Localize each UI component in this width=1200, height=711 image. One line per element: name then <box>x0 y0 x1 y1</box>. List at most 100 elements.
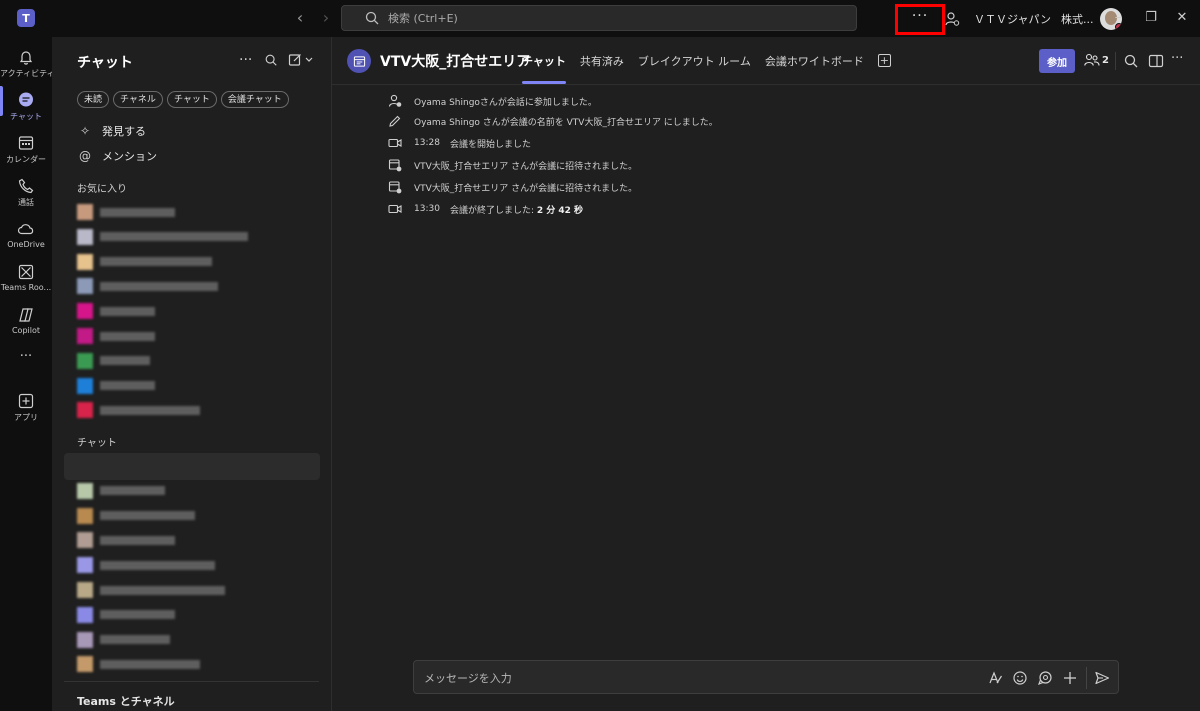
org-name[interactable]: ＶＴＶジャパン <box>974 11 1051 27</box>
filter-unread[interactable]: 未読 <box>77 91 110 108</box>
list-item[interactable] <box>77 352 150 370</box>
list-item[interactable] <box>77 302 155 320</box>
bell-icon <box>19 51 33 65</box>
mentions-item[interactable]: @ メンション <box>77 146 157 166</box>
format-icon[interactable] <box>987 670 1003 686</box>
event-item: Oyama Shingoさんが会話に参加しました。 <box>388 93 597 109</box>
search-box[interactable] <box>341 5 857 31</box>
contact-name-redacted <box>100 405 200 415</box>
join-button[interactable]: 参加 <box>1039 49 1075 73</box>
back-arrow-icon[interactable]: ‹ <box>292 9 308 27</box>
send-icon[interactable] <box>1094 670 1110 686</box>
discover-item[interactable]: ✧ 発見する <box>77 121 146 141</box>
list-item[interactable] <box>77 581 225 599</box>
list-item[interactable] <box>77 507 195 525</box>
rail-item-calls[interactable]: 通話 <box>0 172 52 216</box>
contact-avatar <box>77 402 93 419</box>
emoji-icon[interactable] <box>1012 670 1028 686</box>
rail-item-calendar[interactable]: カレンダー <box>0 129 52 173</box>
contact-name-redacted <box>100 306 155 316</box>
contact-avatar <box>77 328 93 344</box>
rail-item-activity[interactable]: アクティビティ <box>0 43 52 87</box>
tab-shared[interactable]: 共有済み <box>580 53 624 83</box>
org-short-name[interactable]: 株式... <box>1061 11 1094 27</box>
contact-name-redacted <box>100 207 175 217</box>
new-chat-icon[interactable] <box>288 52 316 68</box>
contact-name-redacted <box>100 486 165 496</box>
app-rail: アクティビティ チャット カレンダー 通話 OneDrive Teams Roo… <box>0 37 52 711</box>
plus-icon[interactable] <box>1062 670 1078 686</box>
event-duration: 2 分 42 秒 <box>536 205 584 216</box>
list-item[interactable] <box>77 556 215 574</box>
contact-name-redacted <box>100 610 175 620</box>
contact-avatar <box>77 631 93 648</box>
event-time: 13:28 <box>414 138 440 148</box>
filter-chats[interactable]: チャット <box>166 91 217 108</box>
rail-item-label: Copilot <box>11 326 41 335</box>
event-item: 13:30 会議が終了しました: 2 分 42 秒 <box>388 201 583 217</box>
add-tab-icon[interactable]: + <box>877 54 891 67</box>
rail-item-onedrive[interactable]: OneDrive <box>0 215 52 259</box>
selected-chat-highlight <box>64 453 320 480</box>
list-item[interactable] <box>77 277 218 295</box>
loop-icon[interactable] <box>1037 670 1053 686</box>
list-item[interactable] <box>77 606 175 624</box>
restore-icon[interactable]: ❐ <box>1141 8 1161 28</box>
person-add-icon <box>388 94 402 107</box>
contact-name-redacted <box>100 560 215 570</box>
contact-name-redacted <box>100 535 175 545</box>
list-item[interactable] <box>77 482 165 500</box>
rail-item-label: アクティビティ <box>0 69 52 78</box>
person-icon[interactable] <box>944 11 960 27</box>
list-item[interactable] <box>77 253 212 271</box>
participants-button[interactable]: 2 <box>1084 53 1109 67</box>
annotation-highlight-box <box>895 4 945 35</box>
rail-item-chat[interactable]: チャット <box>0 86 52 130</box>
list-item[interactable] <box>77 327 155 345</box>
header-more-icon[interactable]: ··· <box>1171 51 1183 66</box>
forward-arrow-icon[interactable]: › <box>318 9 334 27</box>
rail-item-apps[interactable]: アプリ <box>0 387 52 431</box>
rail-item-teams-rooms[interactable]: Teams Roo... <box>0 258 52 302</box>
calendar-add-icon <box>388 159 402 172</box>
filter-meeting-chats[interactable]: 会議チャット <box>220 91 289 108</box>
list-item[interactable] <box>77 203 175 221</box>
rail-item-copilot[interactable]: Copilot <box>0 301 52 345</box>
rail-item-label: チャット <box>10 112 42 121</box>
discover-label: 発見する <box>102 125 146 138</box>
chat-list-more-icon[interactable]: ··· <box>239 52 252 68</box>
tab-breakout-rooms[interactable]: ブレイクアウト ルーム <box>638 53 751 83</box>
meeting-avatar <box>347 49 371 73</box>
side-panel-icon[interactable] <box>1148 53 1164 69</box>
tab-chat[interactable]: チャット <box>522 53 566 84</box>
favorites-section-label[interactable]: お気に入り <box>77 180 127 195</box>
channel-header: VTV大阪_打合せエリア チャット 共有済み ブレイクアウト ルーム 会議ホワイ… <box>332 37 1200 85</box>
copilot-icon <box>19 308 33 322</box>
chats-section-label[interactable]: チャット <box>77 434 117 449</box>
search-input[interactable] <box>388 9 828 27</box>
event-text-main: 会議が終了しました: <box>449 205 537 216</box>
contact-avatar <box>77 557 93 574</box>
teams-and-channels-section[interactable]: Teams とチャネル <box>64 681 319 709</box>
event-time: 13:30 <box>414 204 440 214</box>
list-item[interactable] <box>77 631 170 649</box>
contact-avatar <box>77 656 93 673</box>
contact-avatar <box>77 253 93 270</box>
chat-list-search-icon[interactable] <box>264 52 278 68</box>
rail-item-more[interactable]: ··· <box>0 349 52 373</box>
list-item[interactable] <box>77 401 200 419</box>
minimize-icon[interactable]: – <box>1108 8 1128 28</box>
mentions-label: メンション <box>102 150 157 163</box>
message-composer <box>413 660 1119 694</box>
contact-name-redacted <box>100 635 170 645</box>
message-input[interactable] <box>424 669 964 687</box>
contact-avatar <box>77 532 93 549</box>
list-item[interactable] <box>77 531 175 549</box>
list-item[interactable] <box>77 228 248 246</box>
filter-channels[interactable]: チャネル <box>113 91 163 108</box>
list-item[interactable] <box>77 655 200 673</box>
tab-whiteboard[interactable]: 会議ホワイトボード <box>765 53 864 83</box>
list-item[interactable] <box>77 377 155 395</box>
close-icon[interactable]: ✕ <box>1172 8 1192 28</box>
header-search-icon[interactable] <box>1123 53 1139 69</box>
